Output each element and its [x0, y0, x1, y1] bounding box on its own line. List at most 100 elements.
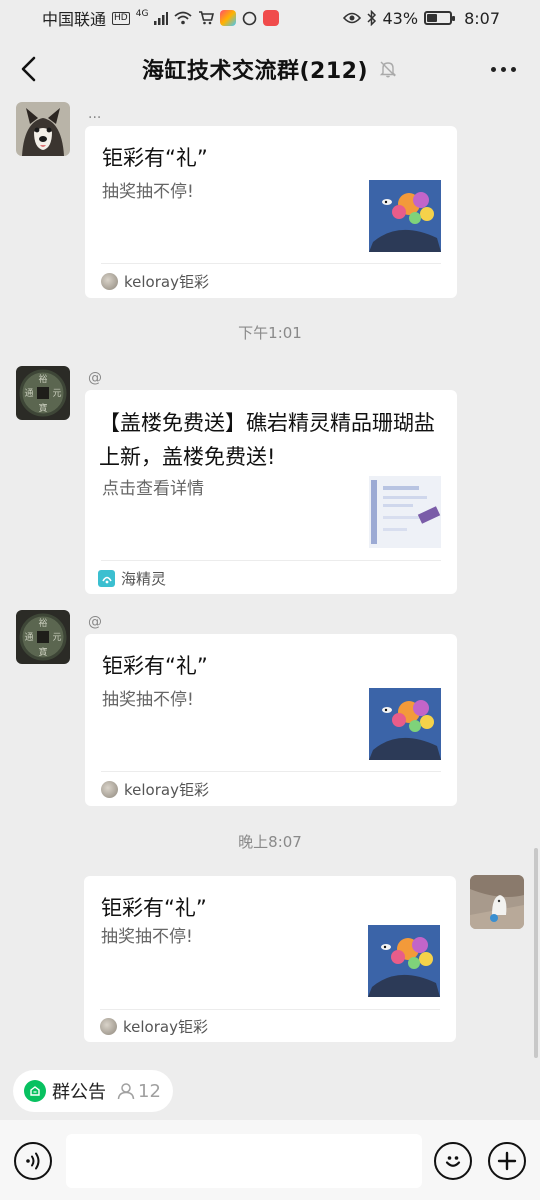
svg-text:寶: 寶 — [38, 402, 47, 414]
coral-reef-thumbnail — [368, 925, 440, 997]
card-source: 海精灵 — [98, 568, 166, 589]
eye-icon — [342, 12, 361, 24]
card-title: 钜彩有“礼” — [102, 654, 208, 678]
keloray-logo-icon — [101, 781, 118, 798]
carrier-name: 中国联通 — [42, 10, 107, 29]
coral-reef-thumbnail — [369, 688, 441, 760]
circle-app-icon — [242, 11, 257, 26]
avatar[interactable]: 裕 寶 通 元 — [16, 610, 70, 664]
member-count[interactable]: 12 — [116, 1081, 161, 1102]
status-bar: 中国联通 HD 4G 43% 8:07 — [0, 0, 540, 36]
card-source: keloray钜彩 — [101, 779, 209, 800]
wifi-icon — [174, 11, 193, 25]
battery-level-fill — [427, 14, 438, 22]
page-title: 海缸技术交流群(212) — [141, 59, 369, 84]
keloray-logo-icon — [100, 1018, 117, 1035]
card-source: keloray钜彩 — [101, 271, 209, 292]
group-announcement-chip[interactable]: 群公告 12 — [13, 1070, 173, 1112]
member-count-value: 12 — [138, 1080, 161, 1102]
plus-icon — [497, 1151, 517, 1171]
scrollbar[interactable] — [534, 848, 538, 1058]
status-right: 43% 8:07 — [342, 8, 500, 28]
chat-header: 海缸技术交流群(212) — [0, 36, 540, 102]
sender-name: @ — [88, 370, 102, 386]
card-thumbnail — [369, 688, 441, 760]
coin-avatar-image: 裕 寶 通 元 — [16, 610, 70, 664]
link-card[interactable]: 钜彩有“礼” 抽奖抽不停! keloray钜彩 — [85, 634, 457, 806]
card-source-name: keloray钜彩 — [123, 1018, 208, 1036]
announcement-label: 群公告 — [52, 1082, 106, 1103]
signal-icon — [154, 11, 169, 25]
network-type: 4G — [135, 9, 149, 19]
time-separator: 晚上8:07 — [238, 833, 302, 851]
status-left: 中国联通 HD 4G — [42, 6, 280, 30]
svg-text:裕: 裕 — [38, 373, 47, 385]
card-description: 抽奖抽不停! — [101, 927, 193, 947]
link-card[interactable]: 钜彩有“礼” 抽奖抽不停! keloray钜彩 — [84, 876, 456, 1042]
coin-avatar-image: 裕 寶 通 元 — [16, 366, 70, 420]
bluetooth-icon — [366, 10, 377, 26]
card-description: 点击查看详情 — [102, 479, 204, 499]
avatar[interactable] — [470, 875, 524, 929]
red-app-icon — [263, 10, 280, 26]
message-input[interactable] — [66, 1134, 422, 1188]
voice-icon — [26, 1152, 40, 1170]
card-description: 抽奖抽不停! — [102, 182, 194, 202]
input-bar — [0, 1120, 540, 1200]
card-source-name: keloray钜彩 — [124, 781, 209, 799]
battery-percent: 43% — [382, 8, 419, 28]
sender-name: @ — [88, 614, 102, 630]
bell-mute-icon — [378, 59, 398, 79]
svg-text:元: 元 — [52, 389, 61, 399]
back-button[interactable] — [12, 52, 46, 86]
card-source: keloray钜彩 — [100, 1016, 208, 1037]
card-title: 钜彩有“礼” — [102, 146, 208, 170]
avatar[interactable]: 裕 寶 通 元 — [16, 366, 70, 420]
battery-icon — [424, 11, 456, 25]
card-description: 抽奖抽不停! — [102, 690, 194, 710]
more-options-button[interactable] — [491, 56, 516, 82]
card-divider — [101, 263, 441, 264]
coral-reef-thumbnail — [369, 180, 441, 252]
card-title: 【盖楼免费送】礁岩精灵精品珊瑚盐上新，盖楼免费送! — [99, 411, 435, 469]
time-separator: 下午1:01 — [238, 324, 302, 342]
emoji-icon — [445, 1156, 461, 1167]
svg-text:寶: 寶 — [38, 646, 47, 658]
link-card[interactable]: 钜彩有“礼” 抽奖抽不停! keloray钜彩 — [85, 126, 457, 298]
sender-name: ... — [88, 106, 102, 122]
card-thumbnail — [369, 180, 441, 252]
plus-button[interactable] — [488, 1142, 526, 1180]
card-divider — [100, 1009, 440, 1010]
person-icon — [117, 1083, 135, 1100]
status-time: 8:07 — [464, 8, 500, 28]
voice-button[interactable] — [14, 1142, 52, 1180]
card-title: 钜彩有“礼” — [101, 896, 207, 920]
announcement-bar: 群公告 12 — [0, 1060, 540, 1120]
ellipsis-dot — [511, 66, 516, 72]
svg-text:裕: 裕 — [38, 617, 47, 629]
dog-avatar-image — [16, 102, 70, 156]
link-card[interactable]: 【盖楼免费送】礁岩精灵精品珊瑚盐上新，盖楼免费送! 点击查看详情 海精灵 — [85, 390, 457, 594]
sea-spirit-logo-icon — [98, 570, 115, 587]
chat-message-list[interactable]: ... 钜彩有“礼” 抽奖抽不停! keloray钜彩 下午1:01 裕 寶 通… — [0, 102, 540, 1060]
user-avatar-image — [470, 875, 524, 929]
announcement-icon — [24, 1080, 46, 1102]
chevron-left-icon — [21, 56, 36, 82]
keloray-logo-icon — [101, 273, 118, 290]
svg-text:通: 通 — [24, 632, 33, 643]
cart-icon — [198, 11, 215, 25]
blurred-product-thumbnail — [369, 476, 441, 548]
card-thumbnail — [369, 476, 441, 548]
svg-text:元: 元 — [52, 633, 61, 643]
ellipsis-dot — [501, 66, 506, 72]
card-source-name: 海精灵 — [121, 570, 167, 588]
card-thumbnail — [368, 925, 440, 997]
svg-text:通: 通 — [24, 388, 33, 399]
ellipsis-icon — [491, 66, 496, 72]
emoji-button[interactable] — [434, 1142, 472, 1180]
card-divider — [101, 560, 441, 561]
card-divider — [101, 771, 441, 772]
app-badge-icon — [220, 10, 237, 26]
hd-icon: HD — [112, 11, 130, 25]
avatar[interactable] — [16, 102, 70, 156]
